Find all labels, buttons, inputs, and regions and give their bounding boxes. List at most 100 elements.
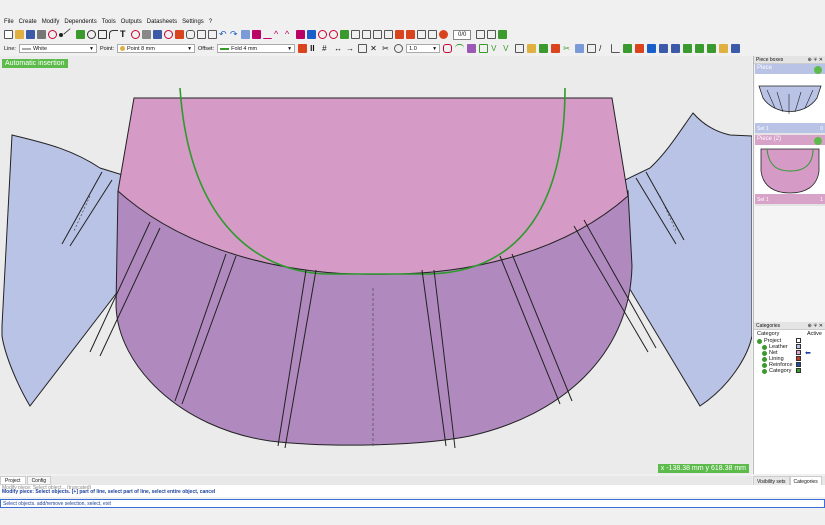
shape-icon[interactable] xyxy=(362,30,371,39)
mark-icon[interactable] xyxy=(329,30,338,39)
fold-icon[interactable] xyxy=(296,30,305,39)
pencil-icon[interactable] xyxy=(241,30,250,39)
table3-icon[interactable] xyxy=(695,44,705,53)
cross-icon[interactable]: ✕ xyxy=(370,44,379,53)
bezier-icon[interactable] xyxy=(455,44,465,53)
grade3-icon[interactable] xyxy=(731,44,741,53)
menu-dependents[interactable]: Dependents xyxy=(64,19,96,25)
category-color-box[interactable] xyxy=(796,362,801,367)
triangle-icon[interactable] xyxy=(263,30,272,39)
fill-icon[interactable] xyxy=(575,44,585,53)
menu-create[interactable]: Create xyxy=(19,19,37,25)
check-box-icon[interactable] xyxy=(476,30,486,39)
table2-icon[interactable] xyxy=(683,44,693,53)
category-color-box[interactable] xyxy=(796,344,801,349)
vertex2-icon[interactable]: V xyxy=(503,44,512,53)
point-select[interactable]: Point 8 mm ▼ xyxy=(117,44,196,53)
category-color-box[interactable] xyxy=(796,356,801,361)
rectangle-tool-icon[interactable] xyxy=(98,30,107,39)
category-row-category[interactable]: Category xyxy=(754,368,825,374)
pause-icon[interactable]: II xyxy=(310,44,319,53)
measure-icon[interactable] xyxy=(197,30,206,39)
page-counter[interactable]: 0/0 xyxy=(453,29,472,40)
nest-icon[interactable] xyxy=(623,44,633,53)
snap-icon[interactable] xyxy=(358,44,368,53)
symmetry-icon[interactable] xyxy=(76,30,85,39)
save-icon[interactable] xyxy=(26,30,35,39)
cut-icon[interactable]: ✂ xyxy=(563,44,572,53)
menu-help[interactable]: ? xyxy=(209,19,212,25)
piece2-icon[interactable] xyxy=(351,30,360,39)
pattern-drawing[interactable] xyxy=(0,56,752,474)
panel-controls-icon[interactable]: ⊕ ∓ ✕ xyxy=(808,323,823,329)
zoom-select[interactable]: 1.0 ▼ xyxy=(406,44,441,53)
mirror-icon[interactable] xyxy=(551,44,561,53)
grid-icon[interactable]: # xyxy=(322,44,331,53)
table-icon[interactable] xyxy=(498,30,508,39)
line-tool-icon[interactable] xyxy=(63,28,76,41)
rotate-icon[interactable] xyxy=(131,30,140,39)
circle-tool-icon[interactable] xyxy=(87,30,96,39)
category-color-box[interactable] xyxy=(796,350,801,355)
grade2-icon[interactable] xyxy=(671,44,681,53)
new-file-icon[interactable] xyxy=(4,30,13,39)
tab-project[interactable]: Project xyxy=(0,476,26,485)
menu-datasheets[interactable]: Datasheets xyxy=(147,19,177,25)
offset-select[interactable]: Fold 4 mm ▼ xyxy=(217,44,296,53)
notch-icon[interactable] xyxy=(142,30,151,39)
color-piece-icon[interactable] xyxy=(175,30,184,39)
curve-tool-icon[interactable] xyxy=(48,30,57,39)
menu-settings[interactable]: Settings xyxy=(182,19,204,25)
grade-icon[interactable] xyxy=(659,44,669,53)
piece-box-2[interactable]: Piece (2) Set 1 1 xyxy=(755,135,825,206)
command-line[interactable]: Select objects. add/remove selection, se… xyxy=(0,499,825,508)
fabric-icon[interactable] xyxy=(719,44,729,53)
category-color-box[interactable] xyxy=(796,338,801,343)
menu-outputs[interactable]: Outputs xyxy=(121,19,142,25)
label-icon[interactable] xyxy=(587,44,597,53)
menu-file[interactable]: File xyxy=(4,19,14,25)
drawing-canvas[interactable]: Automatic insertion x -138.38 mm y 618.3… xyxy=(0,56,752,474)
redo-icon[interactable]: ↷ xyxy=(230,30,239,39)
hole-icon[interactable] xyxy=(318,30,327,39)
panel-controls-icon[interactable]: ⊕ ∓ ✕ xyxy=(808,57,823,63)
clip-icon[interactable] xyxy=(384,30,393,39)
seam-icon[interactable] xyxy=(307,30,316,39)
pleat-icon[interactable] xyxy=(527,44,537,53)
category-color-box[interactable] xyxy=(796,368,801,373)
offset-curve-icon[interactable] xyxy=(252,30,261,39)
pen-icon[interactable] xyxy=(153,30,162,39)
table4-icon[interactable] xyxy=(707,44,717,53)
tab-config[interactable]: Config xyxy=(26,476,52,485)
scissors-icon[interactable]: ✂ xyxy=(382,44,391,53)
path-icon[interactable] xyxy=(373,30,382,39)
line-select[interactable]: White ▼ xyxy=(18,44,97,53)
cut-piece-icon[interactable] xyxy=(635,44,645,53)
group-icon[interactable] xyxy=(395,30,404,39)
fold-line-icon[interactable] xyxy=(479,44,489,53)
curve-edit-icon[interactable] xyxy=(443,44,453,53)
slash-icon[interactable]: / xyxy=(599,44,608,53)
layers-icon[interactable] xyxy=(439,30,448,39)
wand-icon[interactable] xyxy=(298,44,308,53)
hem-icon[interactable] xyxy=(515,44,525,53)
menu-tools[interactable]: Tools xyxy=(102,19,116,25)
peak2-icon[interactable]: ^ xyxy=(285,30,294,39)
spline-icon[interactable] xyxy=(467,44,477,53)
arc-tool-icon[interactable] xyxy=(109,30,118,39)
piece-box-1[interactable]: Piece Set 1 0 xyxy=(755,64,825,135)
link-icon[interactable] xyxy=(186,30,195,39)
print-icon[interactable] xyxy=(37,30,46,39)
fit-icon[interactable] xyxy=(428,30,437,39)
grid-box-icon[interactable] xyxy=(487,30,497,39)
stitch-icon[interactable] xyxy=(647,44,657,53)
peak-icon[interactable]: ^ xyxy=(274,30,283,39)
move-icon[interactable]: → xyxy=(346,44,355,53)
angle-icon[interactable] xyxy=(611,44,621,53)
import-icon[interactable] xyxy=(406,30,415,39)
undo-icon[interactable]: ↶ xyxy=(219,30,228,39)
export-icon[interactable] xyxy=(417,30,426,39)
piece-icon[interactable] xyxy=(340,30,349,39)
dart-icon[interactable] xyxy=(539,44,549,53)
menu-modify[interactable]: Modify xyxy=(42,19,60,25)
